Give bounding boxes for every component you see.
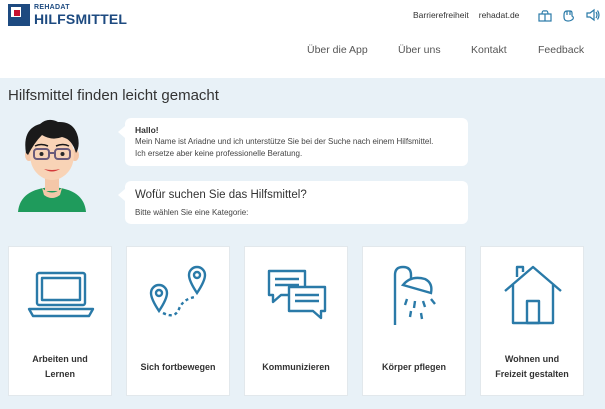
- nav-item-about-app[interactable]: Über die App: [307, 44, 368, 56]
- accessibility-link[interactable]: Barrierefreiheit: [413, 10, 469, 20]
- category-label: Arbeiten und Lernen: [32, 354, 88, 379]
- category-card-mobility[interactable]: Sich fortbewegen: [126, 246, 230, 396]
- logo-mark-icon: [8, 4, 30, 26]
- speaker-icon[interactable]: [585, 8, 601, 22]
- shower-icon: [363, 259, 467, 329]
- header: REHADAT HILFSMITTEL Barrierefreiheit reh…: [0, 0, 605, 78]
- house-icon: [481, 259, 585, 329]
- category-label: Wohnen und Freizeit gestalten: [495, 354, 569, 379]
- category-card-body-care[interactable]: Körper pflegen: [362, 246, 466, 396]
- nav-item-feedback[interactable]: Feedback: [538, 44, 584, 56]
- logo-small-text: REHADAT: [34, 4, 70, 11]
- main-content: Hilfsmittel finden leicht gemacht Hallo!…: [0, 78, 605, 409]
- nav-item-contact[interactable]: Kontakt: [471, 44, 507, 56]
- greeting-text: Hallo!: [135, 125, 159, 135]
- category-card-work-learning[interactable]: Arbeiten und Lernen: [8, 246, 112, 396]
- intro-text: Mein Name ist Ariadne und ich unterstütz…: [135, 137, 434, 146]
- easy-language-icon[interactable]: [537, 8, 553, 22]
- category-cards: Arbeiten und Lernen Sich fortbewegen Komm…: [8, 246, 598, 396]
- logo-big-text: HILFSMITTEL: [34, 11, 128, 27]
- laptop-icon: [9, 259, 113, 329]
- page-title: Hilfsmittel finden leicht gemacht: [8, 87, 219, 104]
- disclaimer-text: Ich ersetze aber keine professionelle Be…: [135, 149, 303, 158]
- question-text: Wofür suchen Sie das Hilfsmittel?: [135, 189, 307, 201]
- category-label: Kommunizieren: [262, 361, 330, 372]
- rehadat-link[interactable]: rehadat.de: [479, 10, 520, 20]
- ariadne-avatar: [12, 117, 92, 212]
- question-subtext: Bitte wählen Sie eine Kategorie:: [135, 208, 249, 217]
- nav-item-about-us[interactable]: Über uns: [398, 44, 441, 56]
- rehadat-logo[interactable]: REHADAT HILFSMITTEL: [8, 4, 127, 26]
- category-card-communicate[interactable]: Kommunizieren: [244, 246, 348, 396]
- chat-icon: [245, 259, 349, 329]
- sign-language-icon[interactable]: [561, 8, 577, 22]
- category-label: Körper pflegen: [381, 361, 446, 372]
- greeting-bubble: Hallo! Mein Name ist Ariadne und ich unt…: [118, 118, 468, 166]
- category-card-living-leisure[interactable]: Wohnen und Freizeit gestalten: [480, 246, 584, 396]
- meta-links: Barrierefreiheit rehadat.de: [413, 8, 601, 22]
- logo-text: REHADAT HILFSMITTEL: [34, 4, 127, 26]
- category-label: Sich fortbewegen: [140, 361, 216, 372]
- main-nav: Über die App Über uns Kontakt Feedback: [0, 44, 605, 58]
- route-icon: [127, 259, 231, 329]
- question-bubble: Wofür suchen Sie das Hilfsmittel? Bitte …: [118, 181, 468, 224]
